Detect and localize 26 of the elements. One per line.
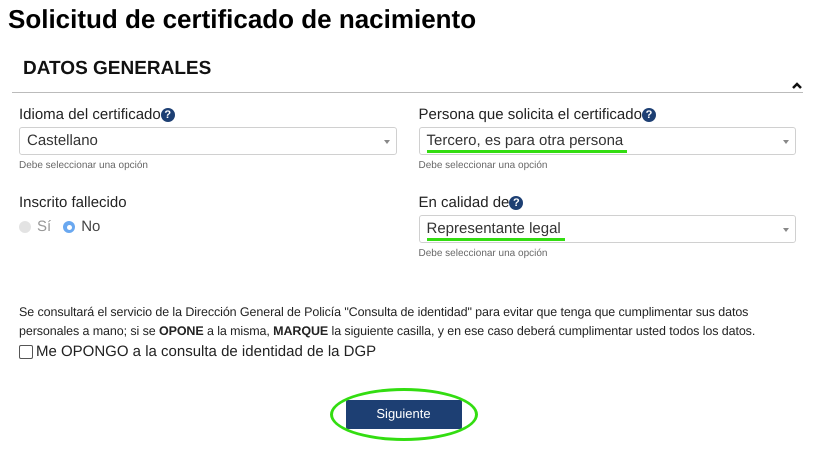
select-value: Castellano <box>27 132 99 151</box>
section-title: DATOS GENERALES <box>23 57 212 81</box>
next-button[interactable]: Siguiente <box>346 400 462 428</box>
field-label: Inscrito fallecido <box>19 193 127 213</box>
notice-text: Se consultará el servicio de la Dirección General de Policía "Consulta de identidad" para evitar que tenga que cumplimentar sus datos personales a mano; si se OPONE a la misma, MARQUE la siguiente casilla, y en ese caso deberá cumplimentar usted todos los datos. <box>18 304 756 340</box>
chevron-icon[interactable] <box>791 81 803 89</box>
help-icon[interactable]: ? <box>509 196 524 210</box>
hint-text: Debe seleccionar una opción <box>19 159 149 173</box>
opt-out-checkbox[interactable]: Me OPONGO a la consulta de identidad de la DGP <box>19 341 803 364</box>
select-field[interactable]: Castellano <box>19 127 396 155</box>
field-label: En calidad de <box>418 193 510 213</box>
caret-icon <box>384 140 390 144</box>
select-field[interactable]: Representante legal <box>418 215 796 243</box>
caret-icon <box>783 140 789 144</box>
page-title: Solicitud de certificado de nacimiento <box>8 3 478 36</box>
select-value: Representante legal <box>426 220 565 241</box>
select-value: Tercero, es para otra persona <box>426 132 628 153</box>
caret-icon <box>783 228 789 232</box>
hint-text: Debe seleccionar una opción <box>418 247 548 261</box>
select-field[interactable]: Tercero, es para otra persona <box>418 127 796 155</box>
help-icon[interactable]: ? <box>160 108 175 122</box>
help-icon[interactable]: ? <box>642 108 656 122</box>
field-label: Persona que solicita el certificado <box>418 105 642 125</box>
radio-option[interactable]: No <box>63 216 100 238</box>
field-label: Idioma del certificado <box>19 105 161 125</box>
hint-text: Debe seleccionar una opción <box>418 159 548 173</box>
